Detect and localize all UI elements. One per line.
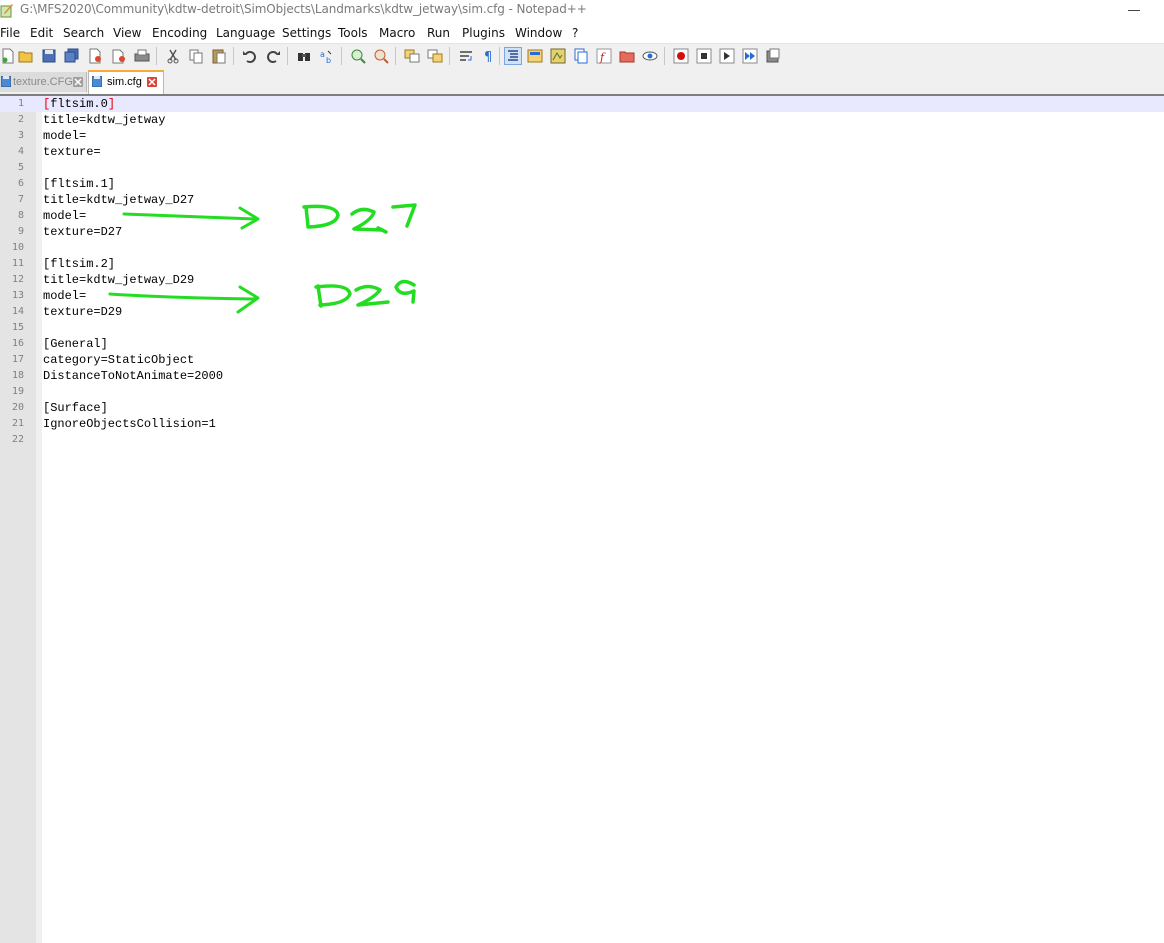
annotation-text-d27 xyxy=(302,203,417,234)
annotation-text-d29 xyxy=(314,279,416,308)
annotation-arrow-d29 xyxy=(108,285,260,314)
annotation-layer xyxy=(108,203,417,314)
annotation-arrow-d27 xyxy=(122,206,260,230)
